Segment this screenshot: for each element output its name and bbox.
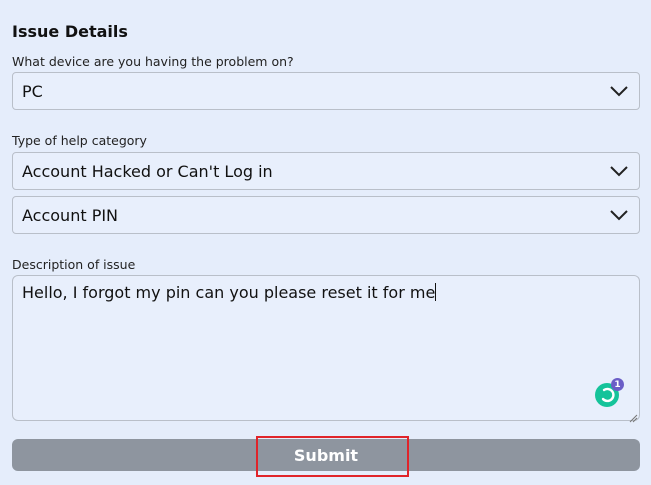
- description-text: Hello, I forgot my pin can you please re…: [22, 283, 436, 302]
- category-select[interactable]: Account Hacked or Can't Log in: [12, 152, 640, 190]
- category-label: Type of help category: [12, 133, 147, 148]
- subcategory-select-value: Account PIN: [22, 205, 119, 225]
- text-caret: [435, 283, 437, 301]
- device-select[interactable]: PC: [12, 72, 640, 110]
- submit-label: Submit: [293, 445, 359, 465]
- description-label: Description of issue: [12, 257, 136, 272]
- section-title: Issue Details: [12, 22, 128, 41]
- device-label: What device are you having the problem o…: [12, 54, 294, 69]
- description-textarea[interactable]: Hello, I forgot my pin can you please re…: [12, 275, 640, 421]
- submit-button[interactable]: Submit: [12, 439, 640, 471]
- resize-handle-icon[interactable]: [628, 408, 638, 423]
- issue-details-form: Issue Details What device are you having…: [0, 0, 651, 485]
- grammar-badge: 1: [611, 378, 624, 391]
- chevron-down-icon: [599, 197, 639, 233]
- chevron-down-icon: [599, 73, 639, 109]
- subcategory-select[interactable]: Account PIN: [12, 196, 640, 234]
- chevron-down-icon: [599, 153, 639, 189]
- category-select-value: Account Hacked or Can't Log in: [22, 161, 273, 181]
- device-select-value: PC: [22, 81, 43, 101]
